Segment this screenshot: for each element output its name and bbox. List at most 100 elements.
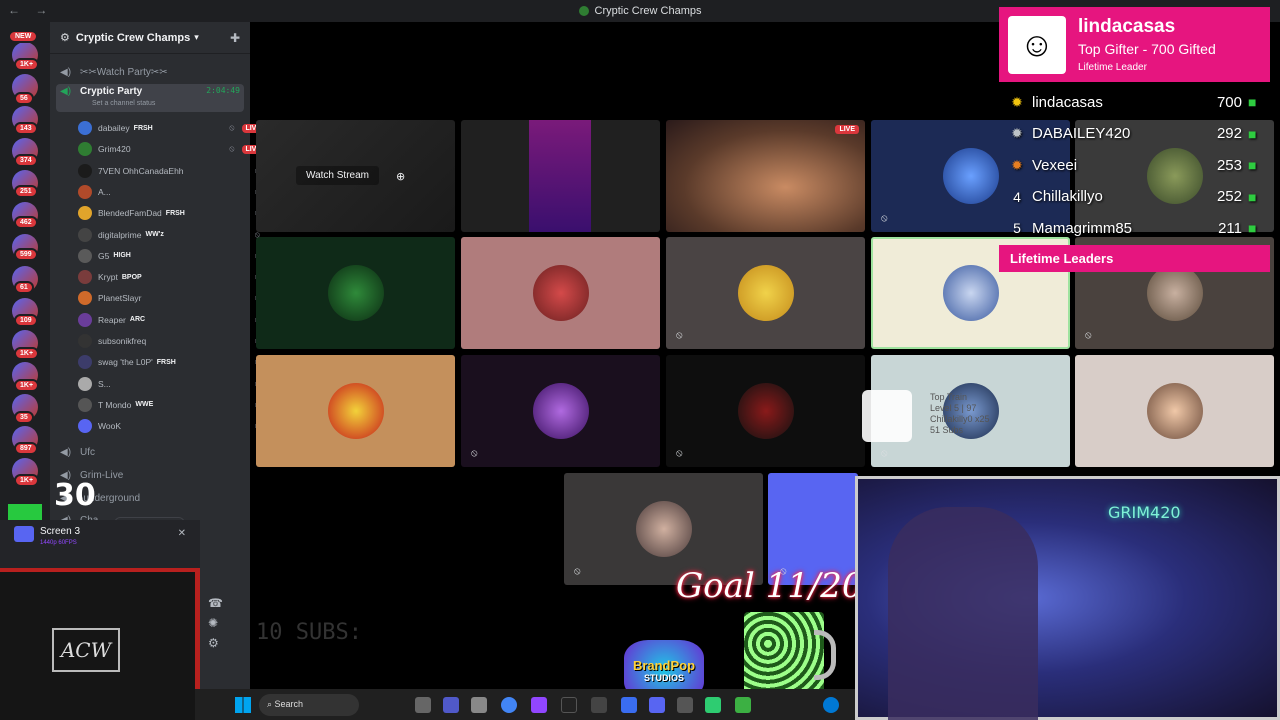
user-name: WooK xyxy=(98,421,121,432)
gift-icon: ■ xyxy=(1248,94,1257,110)
gifter-name: lindacasas xyxy=(1032,93,1103,111)
channel-status[interactable]: Set a channel status xyxy=(92,100,155,107)
deafened-icon: ⦸ xyxy=(1085,330,1092,341)
stream-tile[interactable] xyxy=(461,120,660,232)
voice-user[interactable]: swag 'the L0P'FRSH⦸ xyxy=(78,352,264,372)
new-badge: NEW xyxy=(8,30,39,43)
participant-tile[interactable]: ⦸ xyxy=(461,355,660,467)
voice-user[interactable]: T MondoWWE⦸ xyxy=(78,395,264,415)
gift-icon: ■ xyxy=(1248,125,1257,142)
participant-tile[interactable]: ⦸ xyxy=(666,355,865,467)
mention-badge: 251 xyxy=(14,185,38,198)
stop-share-icon[interactable]: ✕ xyxy=(178,528,186,539)
user-name: Grim420 xyxy=(98,144,131,155)
user-tag: WWE xyxy=(135,401,154,409)
guild-name: Cryptic Crew Champs xyxy=(75,31,191,44)
server-icon xyxy=(578,6,589,16)
app-icon[interactable] xyxy=(705,697,721,713)
invite-icon[interactable]: ✚ xyxy=(230,31,240,45)
voice-user[interactable]: BlendedFamDadFRSH⦸ xyxy=(78,203,264,223)
app-icon[interactable] xyxy=(735,697,751,713)
participant-tile[interactable]: ⦸ xyxy=(666,237,865,349)
avatar xyxy=(78,312,92,327)
user-name: A... xyxy=(98,186,111,197)
voice-user[interactable]: 7VEN OhhCanadaEhh⦸ xyxy=(78,161,264,181)
stream-tile[interactable]: Watch Stream ⊕ xyxy=(256,120,455,232)
taskbar-search[interactable]: ⌕ Search xyxy=(259,694,359,716)
avatar xyxy=(635,501,692,557)
guild-header[interactable]: ⚙ Cryptic Crew Champs ▾ ✚ xyxy=(50,22,250,54)
user-name: BlendedFamDad xyxy=(98,208,162,219)
voice-user[interactable]: KryptBPOP⦸ xyxy=(78,267,264,287)
app-icon[interactable] xyxy=(621,697,637,713)
voice-user[interactable]: A...⦸ xyxy=(78,182,264,202)
participant-tile[interactable] xyxy=(1075,355,1274,467)
avatar xyxy=(737,265,794,321)
gift-count: 292 xyxy=(1216,125,1242,142)
edge-icon[interactable] xyxy=(823,697,839,713)
disconnect-icon[interactable]: ☎ xyxy=(208,596,232,610)
voice-user[interactable]: G5HIGH⦸ xyxy=(78,246,264,266)
voice-user[interactable]: dabailey FRSH ⦸ LIVE xyxy=(78,118,264,138)
user-tag: ARC xyxy=(129,316,146,324)
brand-name: BrandPop xyxy=(632,657,696,673)
nav-arrows[interactable]: ← → xyxy=(8,3,53,17)
channel-ufc[interactable]: ◀) Ufc xyxy=(56,442,244,462)
user-name: T Mondo xyxy=(98,399,132,410)
twitch-icon[interactable] xyxy=(531,697,547,713)
top-gifter-name: lindacasas xyxy=(1078,16,1176,37)
app-icon[interactable] xyxy=(591,697,607,713)
user-tag: BPOP xyxy=(121,273,142,281)
avatar xyxy=(78,184,92,199)
user-tag: FRSH xyxy=(165,209,185,217)
deafened-icon: ⦸ xyxy=(574,566,581,577)
mention-badge: 897 xyxy=(14,442,38,455)
channel-watch-party[interactable]: ◀) ✂✂Watch Party✂✂ xyxy=(56,62,244,82)
deafened-icon: ⦸ xyxy=(676,330,683,341)
watch-stream-button[interactable]: Watch Stream xyxy=(296,166,379,185)
participant-tile[interactable] xyxy=(256,355,455,467)
voice-user[interactable]: Grim420 ⦸ LIVE xyxy=(78,139,264,159)
top-train-widget: Top Train Level 5 | 97 Chillakilly0 x25 … xyxy=(862,390,1012,450)
mention-badge: 1K+ xyxy=(14,347,40,360)
voice-user[interactable]: subsonikfreq⦸ xyxy=(78,331,264,351)
voice-user[interactable]: PlanetSlayr⦸ xyxy=(78,288,264,308)
voice-controls: ☎ ✺ ⚙ xyxy=(200,590,240,680)
settings-icon[interactable]: ⚙ xyxy=(208,636,232,650)
avatar xyxy=(78,291,92,306)
teams-icon[interactable] xyxy=(443,697,459,713)
voice-user[interactable]: digitalprime WW'z ⦸ xyxy=(78,225,264,245)
app-icon[interactable] xyxy=(677,697,693,713)
chrome-icon[interactable] xyxy=(501,697,517,713)
windows-start-icon[interactable] xyxy=(235,697,251,713)
gift-count: 253 xyxy=(1216,156,1242,174)
avatar xyxy=(78,270,92,285)
avatar xyxy=(78,334,92,348)
obs-icon[interactable] xyxy=(561,697,577,713)
participant-tile[interactable] xyxy=(461,237,660,349)
subs-goal-text: 10 SUBS: xyxy=(256,620,362,645)
gift-count: 211 xyxy=(1218,219,1242,237)
user-name: dabailey xyxy=(98,123,130,133)
discord-icon[interactable] xyxy=(649,697,665,713)
mention-badge: 599 xyxy=(14,248,38,261)
popout-icon[interactable]: ⊕ xyxy=(396,170,405,183)
stream-tile[interactable]: LIVE xyxy=(666,120,865,232)
participant-tile[interactable] xyxy=(256,237,455,349)
avatar xyxy=(78,227,92,242)
file-explorer-icon[interactable] xyxy=(415,697,431,713)
mention-badge: 143 xyxy=(14,122,38,135)
user-name: PlanetSlayr xyxy=(98,293,142,304)
stream-counter: 30 xyxy=(54,478,96,513)
voice-user[interactable]: S...⦸ xyxy=(78,374,264,394)
mention-badge: 61 xyxy=(14,281,34,294)
tophat-icon: ☺ xyxy=(1008,16,1066,74)
soundboard-icon[interactable]: ✺ xyxy=(208,616,232,630)
server-settings-icon: ⚙ xyxy=(60,32,70,44)
edge-icon[interactable] xyxy=(471,697,487,713)
voice-user[interactable]: ReaperARC⦸ xyxy=(78,310,264,330)
channel-cryptic-party[interactable]: ◀) Cryptic Party 2:04:49 Set a channel s… xyxy=(56,84,244,112)
acw-overlay: ACW xyxy=(0,568,200,720)
voice-user[interactable]: WooK⦸ xyxy=(78,416,264,436)
rank: ✹ xyxy=(1011,156,1023,173)
